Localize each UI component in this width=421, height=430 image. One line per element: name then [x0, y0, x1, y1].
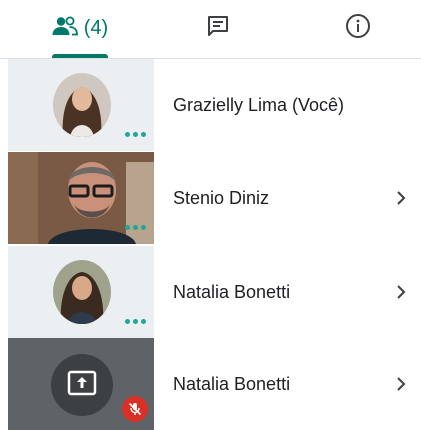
chevron-right-icon[interactable] — [395, 338, 407, 430]
more-dots-icon — [125, 132, 146, 137]
tab-people[interactable]: (4) — [20, 0, 140, 56]
participant-row[interactable]: Grazielly Lima (Você) — [8, 59, 421, 151]
video-feed — [8, 152, 154, 244]
participant-name: Natalia Bonetti — [173, 373, 291, 394]
chevron-right-icon[interactable] — [395, 246, 407, 338]
active-tab-indicator — [52, 54, 108, 58]
participant-name: Natalia Bonetti — [173, 281, 291, 302]
participant-row[interactable]: Natalia Bonetti — [8, 246, 421, 338]
more-dots-icon — [125, 319, 146, 324]
chevron-right-icon[interactable] — [395, 152, 407, 244]
participant-tile — [8, 59, 154, 151]
avatar — [53, 260, 111, 324]
participant-name: Stenio Diniz — [173, 187, 270, 208]
participant-row[interactable]: Natalia Bonetti — [8, 338, 421, 430]
presentation-avatar — [51, 354, 113, 416]
presentation-tile — [8, 338, 154, 430]
chat-icon — [206, 14, 230, 43]
participant-video-tile — [8, 152, 154, 244]
people-count: (4) — [83, 16, 109, 39]
mic-off-icon — [122, 396, 148, 422]
tab-info[interactable] — [303, 0, 413, 56]
people-icon — [52, 16, 78, 41]
present-screen-icon — [67, 370, 97, 401]
tab-chat[interactable] — [163, 0, 273, 56]
participant-row[interactable]: Stenio Diniz — [8, 152, 421, 244]
participant-name: Grazielly Lima (Você) — [173, 94, 345, 115]
more-dots-icon — [125, 225, 146, 230]
info-icon — [345, 13, 371, 44]
avatar — [53, 73, 111, 137]
side-panel-tab-bar: (4) — [0, 0, 421, 59]
participant-tile — [8, 246, 154, 338]
